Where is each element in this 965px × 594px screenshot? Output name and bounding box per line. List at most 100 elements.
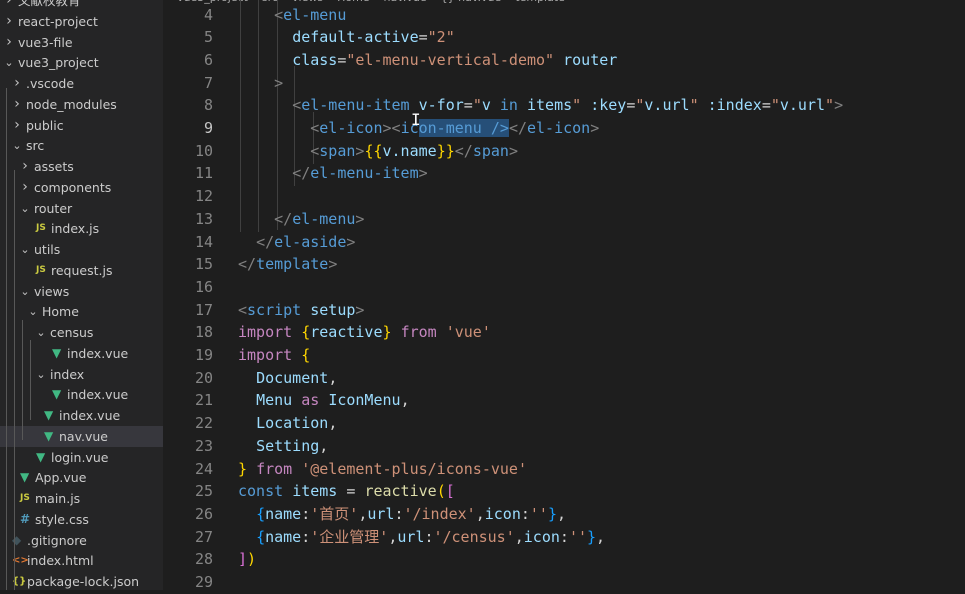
code-line[interactable]: 9 <el-icon><icon-menu /></el-icon> — [163, 117, 965, 140]
chevron-down-icon[interactable]: ⌄ — [20, 198, 30, 219]
code-line[interactable]: 22 Location, — [163, 412, 965, 435]
code-line[interactable]: 8 <el-menu-item v-for="v in items" :key=… — [163, 94, 965, 117]
code-line[interactable]: 24} from '@element-plus/icons-vue' — [163, 458, 965, 481]
explorer-file[interactable]: ◆ .gitignore — [0, 530, 163, 551]
explorer-folder[interactable]: › 文献权教育 — [0, 0, 163, 11]
code-line[interactable]: 27 {name:'企业管理',url:'/census',icon:''}, — [163, 526, 965, 549]
explorer-item-label: utils — [34, 242, 61, 257]
explorer-folder[interactable]: ⌄ src — [0, 135, 163, 156]
code-line[interactable]: 28]) — [163, 548, 965, 571]
line-number: 7 — [203, 73, 213, 92]
code-line[interactable]: 26 {name:'首页',url:'/index',icon:''}, — [163, 503, 965, 526]
explorer-folder[interactable]: ⌄ index — [0, 364, 163, 385]
explorer-folder[interactable]: ⌄ utils — [0, 239, 163, 260]
chevron-down-icon[interactable]: ⌄ — [20, 281, 30, 302]
code-line[interactable]: 5 default-active="2" — [163, 26, 965, 49]
line-number: 16 — [194, 277, 213, 296]
code-line[interactable]: 23 Setting, — [163, 435, 965, 458]
code-token: { — [256, 504, 266, 523]
line-number: 24 — [194, 459, 213, 478]
code-line[interactable]: 19 import { — [163, 344, 965, 367]
chevron-right-icon[interactable]: › — [4, 32, 14, 53]
explorer-folder[interactable]: › node_modules — [0, 94, 163, 115]
line-number: 13 — [194, 209, 213, 228]
code-editor[interactable]: 4 <el-menu 5 default-active="2" 6 class="e… — [163, 0, 965, 591]
line-number: 12 — [194, 187, 213, 206]
code-line[interactable]: 17 <script setup> — [163, 299, 965, 322]
code-token: '/index' — [403, 504, 476, 523]
explorer-item-label: index.vue — [67, 387, 129, 403]
code-token: ) — [247, 550, 257, 569]
code-token: }} — [436, 141, 455, 160]
explorer-folder[interactable]: › react-project — [0, 11, 163, 32]
code-line[interactable]: 21 Menu as IconMenu, — [163, 389, 965, 412]
explorer-file[interactable]: ▼ index.vue — [0, 384, 163, 405]
chevron-right-icon[interactable]: › — [20, 177, 30, 198]
code-token: el-icon — [527, 119, 591, 137]
explorer-folder[interactable]: › vue3-file — [0, 32, 163, 53]
vue-file-icon: ▼ — [52, 387, 62, 402]
explorer-folder[interactable]: › components — [0, 177, 163, 198]
explorer-folder[interactable]: › .vscode — [0, 73, 163, 94]
explorer-file[interactable]: ▼ index.vue — [0, 405, 163, 426]
explorer-file[interactable]: JS request.js — [0, 260, 163, 281]
explorer-folder[interactable]: ⌄ router — [0, 198, 163, 219]
code-token: default-active — [292, 28, 419, 47]
explorer-file[interactable]: {} package-lock.json — [0, 571, 163, 590]
explorer-folder[interactable]: ⌄ Home — [0, 301, 163, 322]
chevron-down-icon[interactable]: ⌄ — [20, 239, 30, 260]
code-line[interactable]: 15 </template> — [163, 253, 965, 276]
chevron-right-icon[interactable]: › — [4, 11, 14, 32]
explorer-item-label: 文献权教育 — [18, 0, 81, 8]
code-line[interactable]: 16 — [163, 276, 965, 299]
explorer-folder[interactable]: › assets — [0, 156, 163, 177]
code-line[interactable]: 25 const items = reactive([ — [163, 480, 965, 503]
chevron-down-icon[interactable]: ⌄ — [36, 364, 46, 385]
chevron-down-icon[interactable]: ⌄ — [12, 135, 22, 156]
explorer-file[interactable]: ▼ App.vue — [0, 467, 163, 488]
code-line[interactable]: 11 </el-menu-item> — [163, 162, 965, 185]
explorer-folder[interactable]: › public — [0, 115, 163, 136]
code-line[interactable]: 14 </el-aside> — [163, 231, 965, 254]
code-line[interactable]: 6 class="el-menu-vertical-demo" router — [163, 49, 965, 72]
code-line[interactable]: 7 > — [163, 72, 965, 95]
chevron-right-icon[interactable]: › — [12, 115, 22, 136]
code-token: </ — [274, 209, 293, 228]
code-line[interactable]: 12 — [163, 185, 965, 208]
code-line[interactable]: 18 import {reactive} from 'vue' — [163, 321, 965, 344]
code-token: script — [247, 300, 302, 319]
code-line[interactable]: 10 <span>{{v.name}}</span> — [163, 140, 965, 163]
explorer-folder[interactable]: ⌄ views — [0, 281, 163, 302]
code-token: icon — [484, 504, 521, 523]
explorer-file[interactable]: ▼ login.vue — [0, 447, 163, 468]
explorer-file[interactable]: ▼ nav.vue — [0, 425, 163, 447]
explorer-file[interactable]: # style.css — [0, 509, 163, 530]
explorer-folder[interactable]: ⌄ census — [0, 322, 163, 343]
code-line[interactable]: 29 — [163, 571, 965, 594]
explorer-file[interactable]: JS index.js — [0, 218, 163, 239]
explorer-file[interactable]: <> index.html — [0, 550, 163, 571]
code-line[interactable]: 4 <el-menu — [163, 4, 965, 27]
chevron-right-icon[interactable]: › — [20, 156, 30, 177]
code-token: Document — [256, 368, 329, 387]
code-token: , — [388, 527, 398, 546]
chevron-right-icon[interactable]: › — [12, 94, 22, 115]
code-text: > — [238, 72, 283, 95]
explorer-item-label: react-project — [18, 13, 98, 29]
chevron-right-icon[interactable]: › — [4, 0, 14, 11]
code-line[interactable]: 13 </el-menu> — [163, 208, 965, 231]
explorer-file[interactable]: ▼ index.vue — [0, 343, 163, 364]
code-line[interactable]: 20 Document, — [163, 367, 965, 390]
chevron-down-icon[interactable]: ⌄ — [28, 301, 38, 322]
chevron-down-icon[interactable]: ⌄ — [36, 322, 46, 343]
chevron-right-icon[interactable]: › — [12, 73, 22, 94]
chevron-down-icon[interactable]: ⌄ — [4, 52, 14, 73]
code-token: el-menu — [292, 209, 356, 228]
explorer-file[interactable]: JS main.js — [0, 488, 163, 509]
code-token: :index — [707, 96, 762, 115]
code-token: : — [301, 504, 311, 523]
code-token: '/census' — [433, 527, 515, 546]
explorer-folder[interactable]: ⌄ vue3_project — [0, 52, 163, 73]
